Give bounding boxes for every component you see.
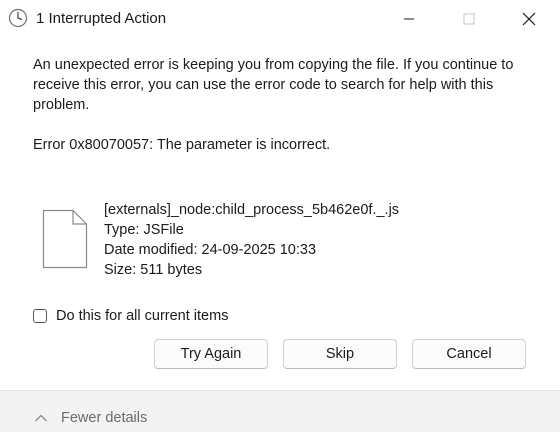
clock-icon [8, 8, 28, 28]
close-button[interactable] [506, 0, 552, 38]
file-name: [externals]_node:child_process_5b462e0f.… [104, 202, 400, 218]
minimize-icon [404, 18, 414, 20]
title-bar: 1 Interrupted Action [0, 0, 560, 38]
error-message: An unexpected error is keeping you from … [33, 57, 514, 113]
cancel-button[interactable]: Cancel [412, 339, 526, 369]
checkbox-label: Do this for all current items [56, 308, 229, 324]
file-size: Size: 511 bytes [104, 262, 203, 278]
document-icon [42, 209, 88, 269]
maximize-icon [463, 13, 475, 25]
file-date-modified: Date modified: 24-09-2025 10:33 [104, 242, 317, 258]
apply-to-all-checkbox-row[interactable]: Do this for all current items [33, 308, 228, 324]
error-code: Error 0x80070057: The parameter is incor… [33, 137, 331, 153]
maximize-button [446, 0, 492, 38]
file-type: Type: JSFile [104, 222, 184, 238]
dialog-footer: Fewer details [0, 390, 560, 432]
apply-to-all-checkbox[interactable] [33, 309, 47, 323]
minimize-button[interactable] [386, 0, 432, 38]
fewer-details-toggle[interactable]: Fewer details [34, 410, 147, 426]
fewer-details-label: Fewer details [61, 410, 148, 426]
skip-button[interactable]: Skip [283, 339, 397, 369]
window-title: 1 Interrupted Action [36, 10, 167, 27]
chevron-up-icon [35, 414, 47, 422]
file-details: [externals]_node:child_process_5b462e0f.… [104, 200, 399, 280]
close-icon [522, 12, 536, 26]
try-again-button[interactable]: Try Again [154, 339, 268, 369]
dialog-content: An unexpected error is keeping you from … [0, 38, 560, 390]
